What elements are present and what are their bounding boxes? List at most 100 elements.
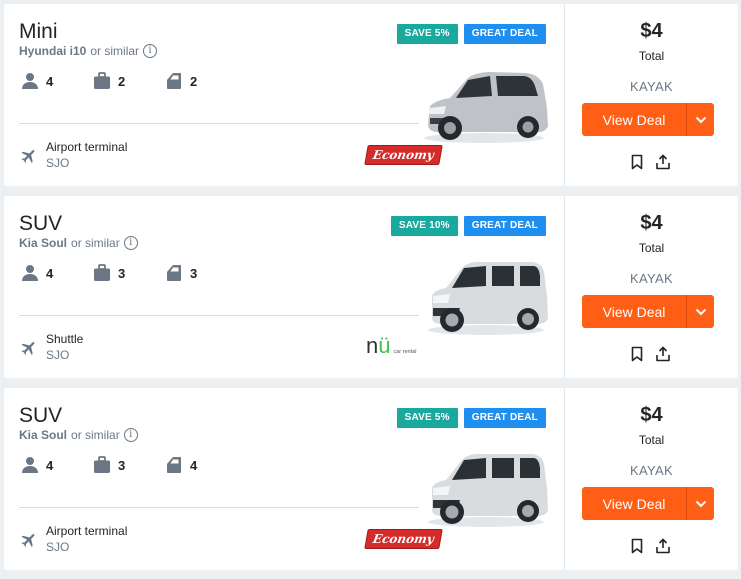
nu-logo-mark: nü <box>366 333 391 358</box>
airplane-icon <box>21 150 35 163</box>
bookmark-icon[interactable] <box>629 538 645 554</box>
badges: SAVE 5% GREAT DEAL <box>396 408 546 428</box>
result-card[interactable]: Mini Hyundai i10 or similar i 4 2 2 Airp… <box>4 4 738 186</box>
agency-logo: Economy <box>364 145 443 165</box>
info-circle-icon[interactable]: i <box>123 236 138 250</box>
suitcase-icon <box>94 456 110 473</box>
view-deal-button[interactable]: View Deal <box>582 487 686 520</box>
location-name: Airport terminal <box>46 524 128 538</box>
bookmark-icon[interactable] <box>629 154 645 170</box>
more-deals-dropdown[interactable] <box>686 295 714 328</box>
person-icon <box>22 265 38 281</box>
more-deals-dropdown[interactable] <box>686 487 714 520</box>
price: $4 <box>640 404 663 426</box>
more-deals-dropdown[interactable] <box>686 103 714 136</box>
pickup-location: Shuttle SJO <box>20 331 83 363</box>
price: $4 <box>640 212 663 234</box>
chevron-down-icon <box>695 116 706 123</box>
or-similar-text: or similar <box>71 428 120 442</box>
car-category: SUV <box>19 212 63 235</box>
economy-logo: Economy <box>364 145 443 165</box>
airplane-icon <box>21 342 35 355</box>
price-panel: $4 Total KAYAK View Deal <box>565 388 738 570</box>
car-model: Kia Soul or similar i <box>19 428 138 442</box>
info-circle-icon[interactable]: i <box>143 44 158 58</box>
bags-feature: 2 <box>92 72 164 90</box>
economy-logo: Economy <box>364 529 443 549</box>
provider-name: KAYAK <box>630 79 673 94</box>
car-model: Kia Soul or similar i <box>19 236 138 250</box>
doors-count: 2 <box>190 73 198 89</box>
car-category: SUV <box>19 404 63 427</box>
car-model-name: Kia Soul <box>19 236 68 250</box>
results-list: Mini Hyundai i10 or similar i 4 2 2 Airp… <box>0 0 741 579</box>
result-card[interactable]: SUV Kia Soul or similar i 4 3 3 Shuttle … <box>4 196 738 378</box>
doors-feature: 3 <box>164 264 236 282</box>
view-deal-button[interactable]: View Deal <box>582 103 686 136</box>
car-model: Hyundai i10 or similar i <box>19 44 158 58</box>
chevron-down-icon <box>695 500 706 507</box>
car-door-icon <box>167 457 181 473</box>
great-deal-badge: GREAT DEAL <box>463 408 546 428</box>
share-icon[interactable] <box>655 346 671 362</box>
share-icon[interactable] <box>655 538 671 554</box>
bookmark-icon[interactable] <box>629 346 645 362</box>
divider <box>19 123 419 124</box>
bags-feature: 3 <box>92 456 164 474</box>
doors-feature: 2 <box>164 72 236 90</box>
suitcase-icon <box>94 264 110 281</box>
bags-count: 3 <box>118 457 126 473</box>
card-actions <box>629 538 671 554</box>
car-details[interactable]: SUV Kia Soul or similar i 4 3 3 Shuttle … <box>4 196 565 378</box>
save-badge: SAVE 5% <box>396 408 458 428</box>
airplane-icon <box>21 534 35 547</box>
car-image <box>428 454 548 527</box>
car-features: 4 2 2 <box>20 72 236 90</box>
badges: SAVE 5% GREAT DEAL <box>396 24 546 44</box>
card-actions <box>629 346 671 362</box>
car-details[interactable]: Mini Hyundai i10 or similar i 4 2 2 Airp… <box>4 4 565 186</box>
nu-logo-subtext: car rental <box>393 349 417 355</box>
divider <box>19 507 419 508</box>
card-actions <box>629 154 671 170</box>
price-panel: $4 Total KAYAK View Deal <box>565 4 738 186</box>
car-category: Mini <box>19 20 58 43</box>
or-similar-text: or similar <box>71 236 120 250</box>
bags-count: 3 <box>118 265 126 281</box>
car-image <box>424 72 548 143</box>
result-card[interactable]: SUV Kia Soul or similar i 4 3 4 Airport … <box>4 388 738 570</box>
deal-button-group: View Deal <box>582 295 714 328</box>
car-features: 4 3 4 <box>20 456 236 474</box>
passengers-count: 4 <box>46 457 54 473</box>
car-door-icon <box>167 73 181 89</box>
agency-logo: Economy <box>364 529 443 549</box>
car-model-name: Hyundai i10 <box>19 44 87 58</box>
passengers-feature: 4 <box>20 72 92 90</box>
bags-feature: 3 <box>92 264 164 282</box>
save-badge: SAVE 10% <box>390 216 458 236</box>
great-deal-badge: GREAT DEAL <box>463 216 546 236</box>
location-code: SJO <box>46 348 70 362</box>
person-icon <box>22 457 38 473</box>
total-label: Total <box>638 241 665 255</box>
car-model-name: Kia Soul <box>19 428 68 442</box>
passengers-feature: 4 <box>20 264 92 282</box>
share-icon[interactable] <box>655 154 671 170</box>
save-badge: SAVE 5% <box>396 24 458 44</box>
or-similar-text: or similar <box>90 44 140 58</box>
car-details[interactable]: SUV Kia Soul or similar i 4 3 4 Airport … <box>4 388 565 570</box>
view-deal-button[interactable]: View Deal <box>582 295 686 328</box>
person-icon <box>22 73 38 89</box>
deal-button-group: View Deal <box>582 487 714 520</box>
deal-button-group: View Deal <box>582 103 714 136</box>
chevron-down-icon <box>695 308 706 315</box>
location-name: Shuttle <box>46 332 84 346</box>
provider-name: KAYAK <box>630 271 673 286</box>
total-label: Total <box>638 433 665 447</box>
price: $4 <box>640 20 663 42</box>
info-circle-icon[interactable]: i <box>123 428 138 442</box>
pickup-location: Airport terminal SJO <box>20 139 127 171</box>
doors-feature: 4 <box>164 456 236 474</box>
car-image <box>428 262 548 335</box>
nu-car-rental-logo: nü car rental <box>366 333 417 358</box>
